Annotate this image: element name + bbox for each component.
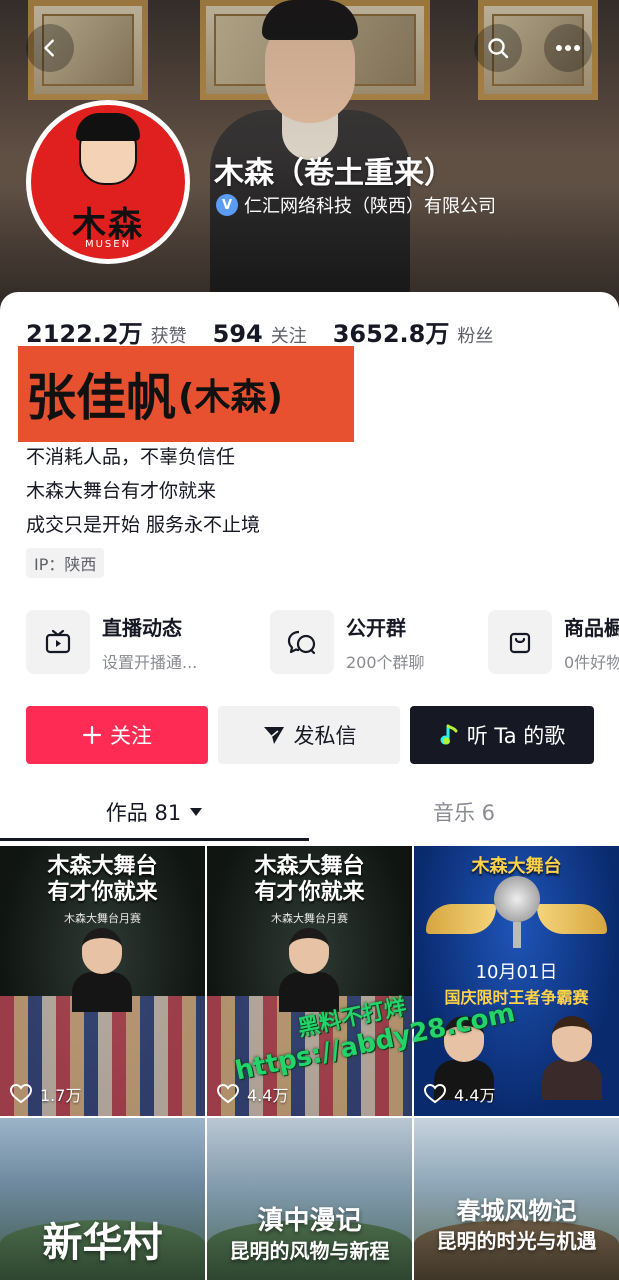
stat-label: 关注 — [270, 326, 307, 347]
music-note-icon — [440, 724, 458, 745]
video-title: 新华村 — [42, 1219, 163, 1266]
stat-value: 3652.8万 — [332, 320, 450, 348]
follow-label: 关注 — [110, 724, 152, 748]
stats-row: 2122.2万 获赞 594 关注 3652.8万 粉丝 — [26, 314, 519, 349]
verification-company: 仁汇网络科技（陕西）有限公司 — [244, 196, 496, 217]
verification-line[interactable]: V 仁汇网络科技（陕西）有限公司 — [216, 192, 496, 218]
overlay-alias: (木森) — [178, 377, 283, 418]
shortcut-live-updates[interactable]: 直播动态 设置开播通... — [26, 610, 197, 674]
video-tile[interactable]: 滇中漫记 昆明的风物与新程 — [207, 1118, 412, 1280]
shortcut-subtitle: 设置开播通... — [102, 652, 198, 672]
follow-button[interactable]: 关注 — [26, 706, 208, 764]
video-title: 木森大舞台 有才你就来 — [47, 854, 158, 905]
bio: 不消耗人品，不辜负信任 木森大舞台有才你就来 成交只是开始 服务永不止境 — [26, 440, 260, 542]
shortcut-subtitle: 200个群聊 — [346, 652, 425, 672]
shortcut-shop-window[interactable]: 商品橱 0件好物 — [488, 610, 619, 674]
active-tab-indicator — [0, 838, 309, 841]
stat-label: 获赞 — [150, 326, 187, 347]
video-title: 滇中漫记 昆明的风物与新程 — [229, 1206, 390, 1263]
overlay-name: 张佳帆 — [26, 369, 176, 427]
video-tile[interactable]: 新华村 — [0, 1118, 205, 1280]
tab-music-label: 音乐 6 — [432, 801, 496, 825]
shortcut-title: 直播动态 — [102, 615, 182, 640]
video-subtitle: 木森大舞台月赛 — [271, 912, 348, 925]
search-button[interactable] — [474, 24, 522, 72]
listen-songs-button[interactable]: 听 Ta 的歌 — [410, 706, 594, 764]
bio-line: 成交只是开始 服务永不止境 — [26, 514, 261, 536]
chat-bubble-icon — [287, 630, 316, 655]
bio-line: 木森大舞台有才你就来 — [26, 480, 217, 502]
tab-works[interactable]: 作品 81 — [0, 786, 309, 838]
music-label: 听 Ta 的歌 — [466, 724, 566, 748]
more-button[interactable] — [544, 24, 592, 72]
profile-nickname: 木森（卷土重来） — [214, 156, 454, 191]
shortcut-public-group[interactable]: 公开群 200个群聊 — [270, 610, 425, 674]
back-button[interactable] — [26, 24, 74, 72]
like-count: 4.4万 — [424, 1082, 495, 1106]
avatar[interactable]: 木森 MUSEN — [26, 100, 190, 264]
heart-icon — [10, 1084, 32, 1104]
send-message-button[interactable]: 发私信 — [218, 706, 400, 764]
plus-icon — [82, 725, 102, 745]
content-tabs: 作品 81 音乐 6 — [0, 786, 619, 842]
like-count: 4.4万 — [217, 1082, 288, 1106]
profile-card: 2122.2万 获赞 594 关注 3652.8万 粉丝 张佳帆 (木森) 不消… — [0, 292, 619, 1280]
stat-label: 粉丝 — [457, 326, 494, 347]
video-title: 木森大舞台 — [471, 856, 562, 877]
heart-icon — [424, 1084, 446, 1104]
stat-value: 2122.2万 — [26, 320, 143, 348]
shortcut-title: 商品橱 — [564, 615, 619, 640]
search-icon — [488, 38, 509, 59]
tab-works-label: 作品 81 — [105, 801, 182, 825]
stat-likes[interactable]: 2122.2万 获赞 — [26, 314, 187, 349]
tab-music[interactable]: 音乐 6 — [309, 786, 619, 838]
back-arrow-icon — [44, 39, 54, 57]
like-count: 1.7万 — [10, 1082, 81, 1106]
caret-down-icon — [190, 808, 203, 816]
video-title: 春城风物记 昆明的时光与机遇 — [436, 1196, 597, 1253]
verified-badge-icon: V — [216, 194, 238, 216]
shopping-bag-icon — [509, 632, 531, 654]
more-dots-icon — [556, 45, 580, 51]
stat-following[interactable]: 594 关注 — [213, 320, 307, 348]
message-label: 发私信 — [293, 724, 357, 748]
action-buttons: 关注 发私信 听 Ta 的歌 — [26, 706, 594, 764]
video-subtitle: 木森大舞台月赛 — [64, 912, 141, 925]
stat-followers[interactable]: 3652.8万 粉丝 — [333, 314, 494, 349]
ip-location-tag: IP：陕西 — [26, 548, 105, 578]
shortcut-title: 公开群 — [346, 615, 406, 640]
name-overlay-banner: 张佳帆 (木森) — [18, 346, 354, 442]
send-plane-icon — [263, 727, 284, 744]
tv-play-icon — [45, 629, 71, 654]
video-title: 木森大舞台 有才你就来 — [254, 854, 365, 905]
shortcut-subtitle: 0件好物 — [564, 652, 619, 672]
video-tile[interactable]: 木森大舞台 有才你就来 木森大舞台月赛 1.7万 — [0, 846, 205, 1116]
shortcut-row: 直播动态 设置开播通... 公开群 200个群聊 商品橱 0件好物 — [26, 610, 619, 676]
video-tile[interactable]: 春城风物记 昆明的时光与机遇 — [414, 1118, 619, 1280]
avatar-logo-sub: MUSEN — [84, 239, 132, 250]
stat-value: 594 — [212, 320, 263, 348]
bio-line: 不消耗人品，不辜负信任 — [26, 446, 236, 468]
heart-icon — [217, 1084, 239, 1104]
